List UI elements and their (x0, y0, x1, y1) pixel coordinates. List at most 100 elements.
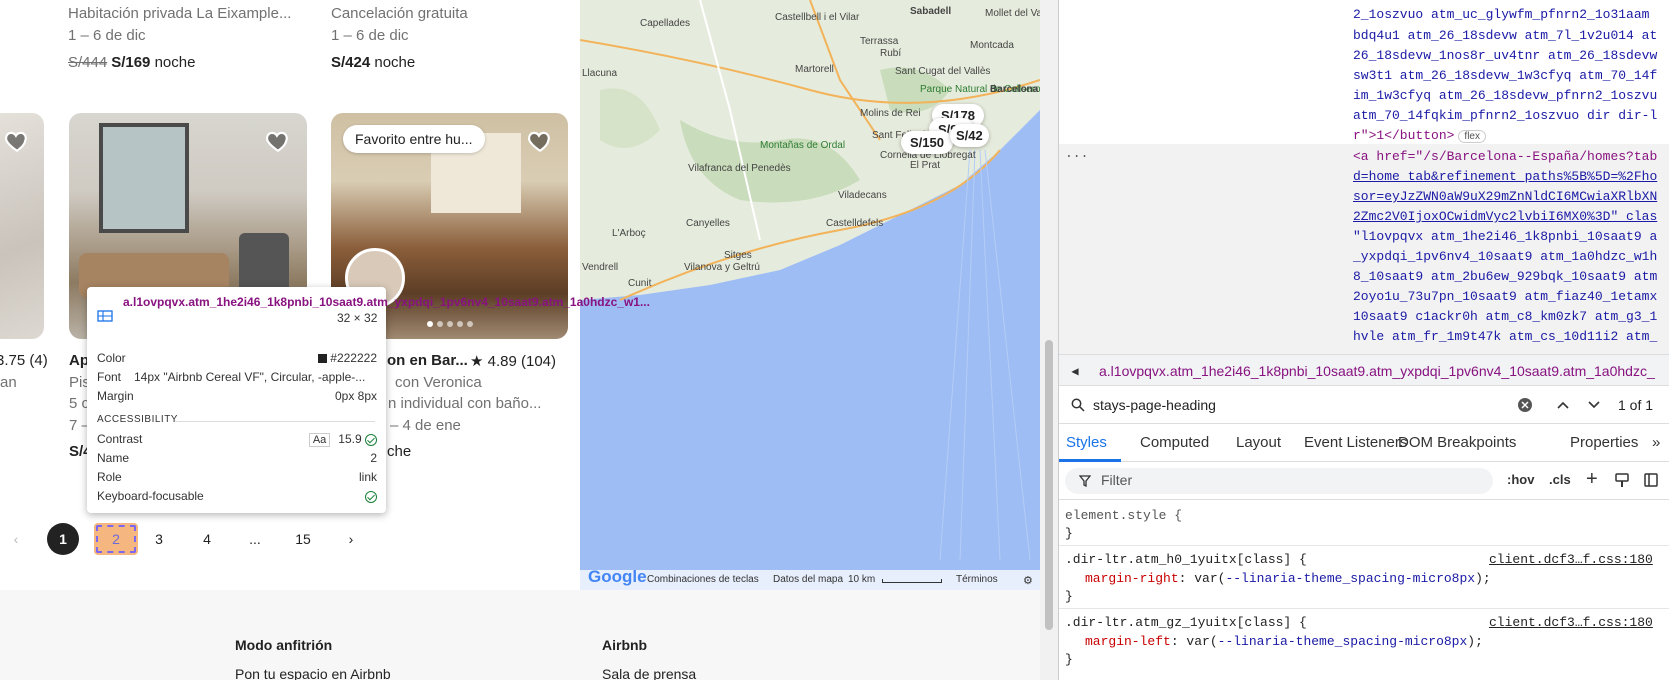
tab-properties[interactable]: Properties (1570, 434, 1638, 451)
new-rule-icon[interactable]: + (1586, 468, 1598, 491)
rule-source-link[interactable]: client.dcf3…f.css:180 (1489, 615, 1653, 630)
map-place: Castelldefels (826, 218, 884, 229)
dom-line: 10saat9 c1ackr0h atm_c8_km0zk7 atm_g3_1 (1353, 309, 1658, 324)
map-data-link[interactable]: Datos del mapa (773, 574, 843, 585)
map-place: Sabadell (910, 6, 952, 17)
dom-line: atm_70_14fqkim_pfnrn2_1oszvuo dir dir-l (1353, 108, 1658, 123)
guest-favorite-badge: Favorito entre hu... (343, 125, 485, 153)
map-place: Sitges (724, 250, 752, 261)
rule-close: } (1065, 589, 1073, 604)
flex-badge[interactable]: flex (1458, 130, 1486, 143)
map-gear-icon[interactable]: ⚙ (1023, 574, 1033, 587)
sidebar-toggle-icon[interactable] (1644, 473, 1658, 487)
pagination-page-15[interactable]: 15 (287, 523, 319, 555)
listing-price: che (387, 443, 412, 460)
check-icon (365, 490, 377, 503)
dom-line: 2oyo1u_73u7pn_10saat9 atm_fiaz40_1etamx (1353, 289, 1658, 304)
map-place: Martorell (795, 64, 834, 75)
chevron-up-icon[interactable] (1556, 399, 1570, 411)
footer-link[interactable]: Sala de prensa (602, 666, 696, 680)
listing-price: S/424 noche (331, 54, 415, 71)
search-match-count: 1 of 1 (1618, 397, 1654, 413)
scrollbar-thumb[interactable] (1045, 340, 1053, 630)
map-place: Montañas de Ordal (760, 140, 846, 151)
tooltip-row-name: Name 2 (97, 451, 377, 465)
window-shape (99, 123, 189, 233)
hov-toggle[interactable]: :hov (1507, 472, 1534, 487)
pagination-page-3[interactable]: 3 (143, 523, 175, 555)
tab-event-listeners[interactable]: Event Listeners (1304, 434, 1407, 451)
map-shortcuts-link[interactable]: Combinaciones de teclas (647, 574, 759, 585)
chevron-down-icon[interactable] (1587, 399, 1601, 411)
rule-selector: element.style { (1065, 508, 1183, 523)
map-price-pin[interactable]: S/42 (950, 124, 989, 147)
listing-rating: 3.75 (4) (0, 352, 48, 369)
css-declaration[interactable]: margin-right: var(--linaria-theme_spacin… (1085, 571, 1491, 586)
flex-layout-icon (97, 310, 113, 322)
listing-unit: noche (154, 54, 196, 71)
listing-unit: noche (374, 54, 416, 71)
dom-line: hvle atm_fr_1m9t47k atm_cs_10d11i2 atm_ (1353, 329, 1658, 344)
clear-icon[interactable] (1518, 398, 1532, 412)
map-place: Viladecans (838, 190, 887, 201)
google-logo: Google (588, 567, 647, 586)
listing-line: con Veronica (395, 374, 482, 391)
pagination-ellipsis: ... (249, 531, 261, 547)
heart-icon[interactable] (265, 128, 291, 154)
pagination-page-2[interactable]: 2 (94, 523, 138, 555)
map-place: Vilafranca del Penedès (688, 163, 791, 174)
footer-link[interactable]: Pon tu espacio en Airbnb (235, 666, 391, 680)
dom-line: 2_1oszvuo atm_uc_glywfm_pfnrn2_1o31aam (1353, 7, 1650, 22)
heart-icon[interactable] (4, 128, 30, 154)
map-terms-link[interactable]: Términos (956, 574, 998, 585)
css-declaration[interactable]: margin-left: var(--linaria-theme_spacing… (1085, 634, 1483, 649)
dom-line: <a href="/s/Barcelona--España/homes?tab (1353, 149, 1658, 164)
map-price-pin[interactable]: S/150 (901, 131, 953, 154)
listing-line: 5 c (69, 395, 90, 412)
map-place: L'Arboç (612, 228, 646, 239)
rule-close: } (1065, 652, 1073, 667)
tab-overflow[interactable]: » (1652, 434, 1660, 451)
dom-line: 2Zmc2V0IjoxOCwidmVyc2lvbiI6MX0%3D" clas (1353, 209, 1658, 224)
map-place: Castellbell i el Vilar (775, 12, 860, 23)
dom-search-bar: stays-page-heading 1 of 1 (1059, 386, 1669, 424)
pagination-page-1[interactable]: 1 (47, 523, 79, 555)
map-place: Montcada (970, 40, 1014, 51)
heart-icon[interactable] (527, 128, 553, 154)
node-menu-icon[interactable]: ... (1065, 146, 1088, 161)
pagination-prev[interactable]: ‹ (0, 523, 32, 555)
listing-old-price: S/444 (68, 54, 108, 71)
elements-tree[interactable]: ... 2_1oszvuo atm_uc_glywfm_pfnrn2_1o31a… (1059, 0, 1669, 354)
dom-line: bdq4u1 atm_26_18sdevw atm_7l_1v2u014 at (1353, 28, 1658, 43)
map-scale: 10 km (848, 574, 876, 585)
tooltip-dimensions: 32 × 32 (337, 311, 378, 325)
styles-tabbar: Styles Computed Layout Event Listeners D… (1059, 424, 1669, 462)
tab-layout[interactable]: Layout (1236, 434, 1281, 451)
cls-toggle[interactable]: .cls (1549, 472, 1571, 487)
map-place: Vendrell (582, 262, 619, 273)
tab-styles[interactable]: Styles (1066, 434, 1107, 451)
filter-input[interactable]: Filter (1101, 472, 1132, 488)
page-scrollbar[interactable] (1040, 0, 1058, 680)
rule-source-link[interactable]: client.dcf3…f.css:180 (1489, 552, 1653, 567)
map-place: Rubí (880, 48, 902, 59)
listing-new-price: S/424 (331, 54, 371, 71)
tab-computed[interactable]: Computed (1140, 434, 1209, 451)
paint-icon[interactable] (1615, 473, 1629, 489)
pagination-page-4[interactable]: 4 (191, 523, 223, 555)
listing-dates: 1 – 6 de dic (331, 27, 409, 44)
dom-search-input[interactable]: stays-page-heading (1093, 397, 1216, 413)
breadcrumb-back-icon[interactable]: ◀ (1065, 361, 1085, 381)
breadcrumb-item[interactable]: a.l1ovpqvx.atm_1he2i46_1k8pnbi_10saat9.a… (1099, 363, 1655, 379)
dom-line: im_1w3cfyq atm_26_18sdevw_pfnrn2_1oszvu (1353, 88, 1658, 103)
map-place: Sant Cugat del Vallès (895, 66, 991, 77)
map-place: Vilanova y Geltrú (684, 262, 760, 273)
listing-line: an (0, 374, 17, 391)
map-place: Cunit (628, 278, 652, 289)
breadcrumb: ◀ a.l1ovpqvx.atm_1he2i46_1k8pnbi_10saat9… (1059, 354, 1669, 386)
tab-dom-breakpoints[interactable]: DOM Breakpoints (1398, 434, 1516, 451)
pagination-next[interactable]: › (335, 523, 367, 555)
tooltip-row-focusable: Keyboard-focusable (97, 487, 377, 505)
rule-divider (1059, 545, 1669, 546)
dom-line: d=home_tab&refinement_paths%5B%5D=%2Fho (1353, 169, 1658, 184)
